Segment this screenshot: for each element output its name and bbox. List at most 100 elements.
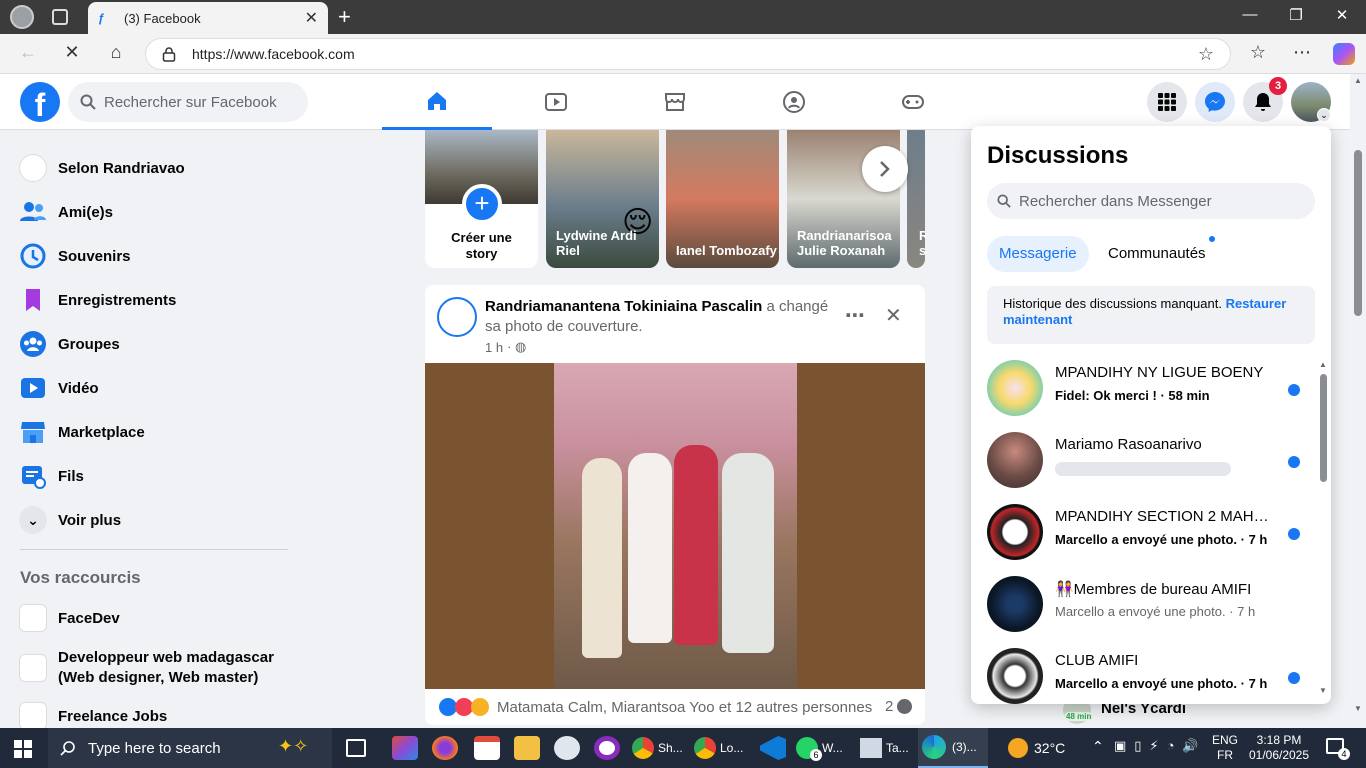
stories-next-button[interactable]: [862, 146, 908, 192]
conversation-item[interactable]: MPANDIHY SECTION 2 MAHA... Marcello a en…: [985, 498, 1315, 566]
taskbar-app-edge[interactable]: (3)...: [918, 728, 988, 768]
sidebar-item-see-more[interactable]: ⌄ Voir plus: [18, 500, 298, 540]
post-author-avatar[interactable]: [437, 297, 477, 337]
story-card[interactable]: 😌 Lydwine Ardi Riel: [546, 130, 659, 268]
tab-messagerie[interactable]: Messagerie: [987, 236, 1089, 272]
page-scroll-thumb[interactable]: [1354, 150, 1362, 316]
clock[interactable]: 3:18 PM 01/06/2025: [1248, 733, 1310, 763]
taskbar-app-task-manager[interactable]: Ta...: [860, 728, 916, 768]
more-options-icon[interactable]: ⋯: [1288, 42, 1316, 66]
taskbar-app-chrome-2[interactable]: Lo...: [694, 728, 752, 768]
new-tab-button[interactable]: +: [338, 4, 351, 30]
home-icon[interactable]: ⌂: [102, 42, 130, 66]
taskbar-app-chrome-1[interactable]: Sh...: [632, 728, 690, 768]
facebook-search-input[interactable]: Rechercher sur Facebook: [68, 82, 308, 122]
feed-post: Randriamanantena Tokiniaina Pascalin a c…: [425, 285, 925, 725]
maximize-button[interactable]: ❐: [1276, 6, 1316, 24]
nav-tab-home[interactable]: [382, 74, 492, 130]
clock-icon: [18, 241, 48, 271]
browser-tab[interactable]: ƒ (3) Facebook ✕: [88, 2, 328, 34]
file-explorer-icon[interactable]: [514, 736, 540, 760]
address-bar-row: ← ✕ ⌂ https://www.facebook.com ☆ ☆ ⋯: [0, 34, 1366, 74]
show-hidden-icons-icon[interactable]: ⌃: [1092, 738, 1104, 755]
story-create[interactable]: + Créer une story: [425, 130, 538, 268]
taskbar-search-box[interactable]: Type here to search ✦✧: [48, 728, 332, 768]
system-tray-icons[interactable]: ▣▯⚡◔🔊: [1114, 738, 1207, 754]
nav-tab-groups[interactable]: [739, 74, 849, 130]
language-indicator[interactable]: ENG FR: [1212, 733, 1238, 763]
messenger-search-input[interactable]: Rechercher dans Messenger: [987, 183, 1315, 219]
shortcut-item[interactable]: Developpeur web madagascar (Web designer…: [18, 646, 298, 690]
favorite-star-icon[interactable]: ☆: [1198, 44, 1214, 65]
sidebar-item-feeds[interactable]: Fils: [18, 456, 298, 496]
task-view-icon[interactable]: [346, 739, 366, 757]
facebook-logo-icon[interactable]: f: [20, 82, 60, 123]
scroll-up-arrow[interactable]: ▲: [1354, 76, 1362, 85]
calendar-icon[interactable]: [474, 736, 500, 760]
sidebar-item-saved[interactable]: Enregistrements: [18, 280, 298, 320]
post-photo[interactable]: [554, 363, 797, 689]
panel-scrollbar[interactable]: ▲ ▼: [1319, 360, 1329, 700]
comments-count[interactable]: 2: [885, 698, 913, 715]
panel-scroll-thumb[interactable]: [1320, 374, 1327, 482]
conversation-item[interactable]: 👭Membres de bureau AMIFI Marcello a envo…: [985, 570, 1315, 638]
tab-actions-icon[interactable]: [52, 9, 68, 25]
language-secondary: FR: [1217, 748, 1233, 762]
vscode-icon[interactable]: [760, 736, 786, 760]
page-scrollbar[interactable]: ▲ ▼: [1350, 74, 1366, 728]
minimize-button[interactable]: —: [1230, 6, 1270, 23]
nav-tab-video[interactable]: [501, 74, 611, 130]
profile-icon[interactable]: [10, 5, 34, 29]
shortcut-thumbnail: [18, 653, 48, 683]
person-shape: [674, 445, 718, 645]
taskbar-app-whatsapp[interactable]: W...: [796, 728, 854, 768]
stop-loading-icon[interactable]: ✕: [58, 42, 86, 66]
friends-icon: [18, 197, 48, 227]
sidebar-item-memories[interactable]: Souvenirs: [18, 236, 298, 276]
weather-widget[interactable]: 32°C: [1008, 728, 1078, 768]
post-close-button[interactable]: ✕: [885, 303, 902, 328]
story-author: R s: [919, 228, 925, 258]
post-author[interactable]: Randriamanantena Tokiniaina Pascalin: [485, 298, 762, 315]
shortcut-item[interactable]: FaceDev: [18, 598, 298, 638]
nav-tab-gaming[interactable]: [858, 74, 968, 130]
address-bar[interactable]: https://www.facebook.com ☆: [145, 38, 1231, 70]
story-card[interactable]: Ianel Tombozafy: [666, 130, 779, 268]
tab-communautes[interactable]: Communautés: [1097, 236, 1217, 272]
story-card[interactable]: R s: [907, 130, 925, 268]
sidebar-item-label: Enregistrements: [58, 291, 177, 309]
taskbar-app-label: W...: [822, 741, 843, 755]
conversation-item[interactable]: MPANDIHY NY LIGUE BOENY Fidel: Ok merci …: [985, 354, 1315, 422]
scroll-down-arrow[interactable]: ▼: [1319, 686, 1327, 695]
post-more-button[interactable]: ⋯: [845, 303, 865, 328]
account-chevron-icon[interactable]: ⌄: [1317, 108, 1331, 122]
conversation-item[interactable]: Mariamo Rasoanarivo: [985, 426, 1315, 494]
office-icon[interactable]: [392, 736, 418, 760]
conversation-item[interactable]: CLUB AMIFI Marcello a envoyé une photo. …: [985, 642, 1315, 704]
sidebar-item-marketplace[interactable]: Marketplace: [18, 412, 298, 452]
firefox-icon[interactable]: [432, 736, 458, 760]
post-time[interactable]: 1 h: [485, 340, 503, 355]
menu-button[interactable]: [1147, 82, 1187, 122]
shortcuts-title: Vos raccourcis: [20, 568, 141, 587]
scroll-down-arrow[interactable]: ▼: [1354, 704, 1362, 713]
add-story-icon[interactable]: +: [462, 184, 502, 224]
close-tab-icon[interactable]: ✕: [305, 8, 318, 28]
nav-tab-marketplace[interactable]: [620, 74, 730, 130]
close-window-button[interactable]: ✕: [1322, 6, 1362, 24]
back-icon[interactable]: ←: [14, 42, 42, 66]
reactions-row[interactable]: Matamata Calm, Miarantsoa Yoo et 12 autr…: [439, 698, 872, 716]
sidebar-item-profile[interactable]: Selon Randriavao: [18, 148, 298, 188]
paint-icon[interactable]: [554, 736, 580, 760]
care-reaction-icon: [471, 698, 489, 716]
favorites-icon[interactable]: ☆: [1244, 42, 1272, 66]
post-meta: 1 h · ◍: [485, 339, 526, 355]
media-app-icon[interactable]: [594, 736, 620, 760]
copilot-icon[interactable]: [1333, 43, 1355, 65]
sidebar-item-friends[interactable]: Ami(e)s: [18, 192, 298, 232]
windows-start-icon[interactable]: [14, 740, 32, 758]
scroll-up-arrow[interactable]: ▲: [1319, 360, 1327, 369]
sidebar-item-groups[interactable]: Groupes: [18, 324, 298, 364]
sidebar-item-video[interactable]: Vidéo: [18, 368, 298, 408]
messenger-button[interactable]: [1195, 82, 1235, 122]
